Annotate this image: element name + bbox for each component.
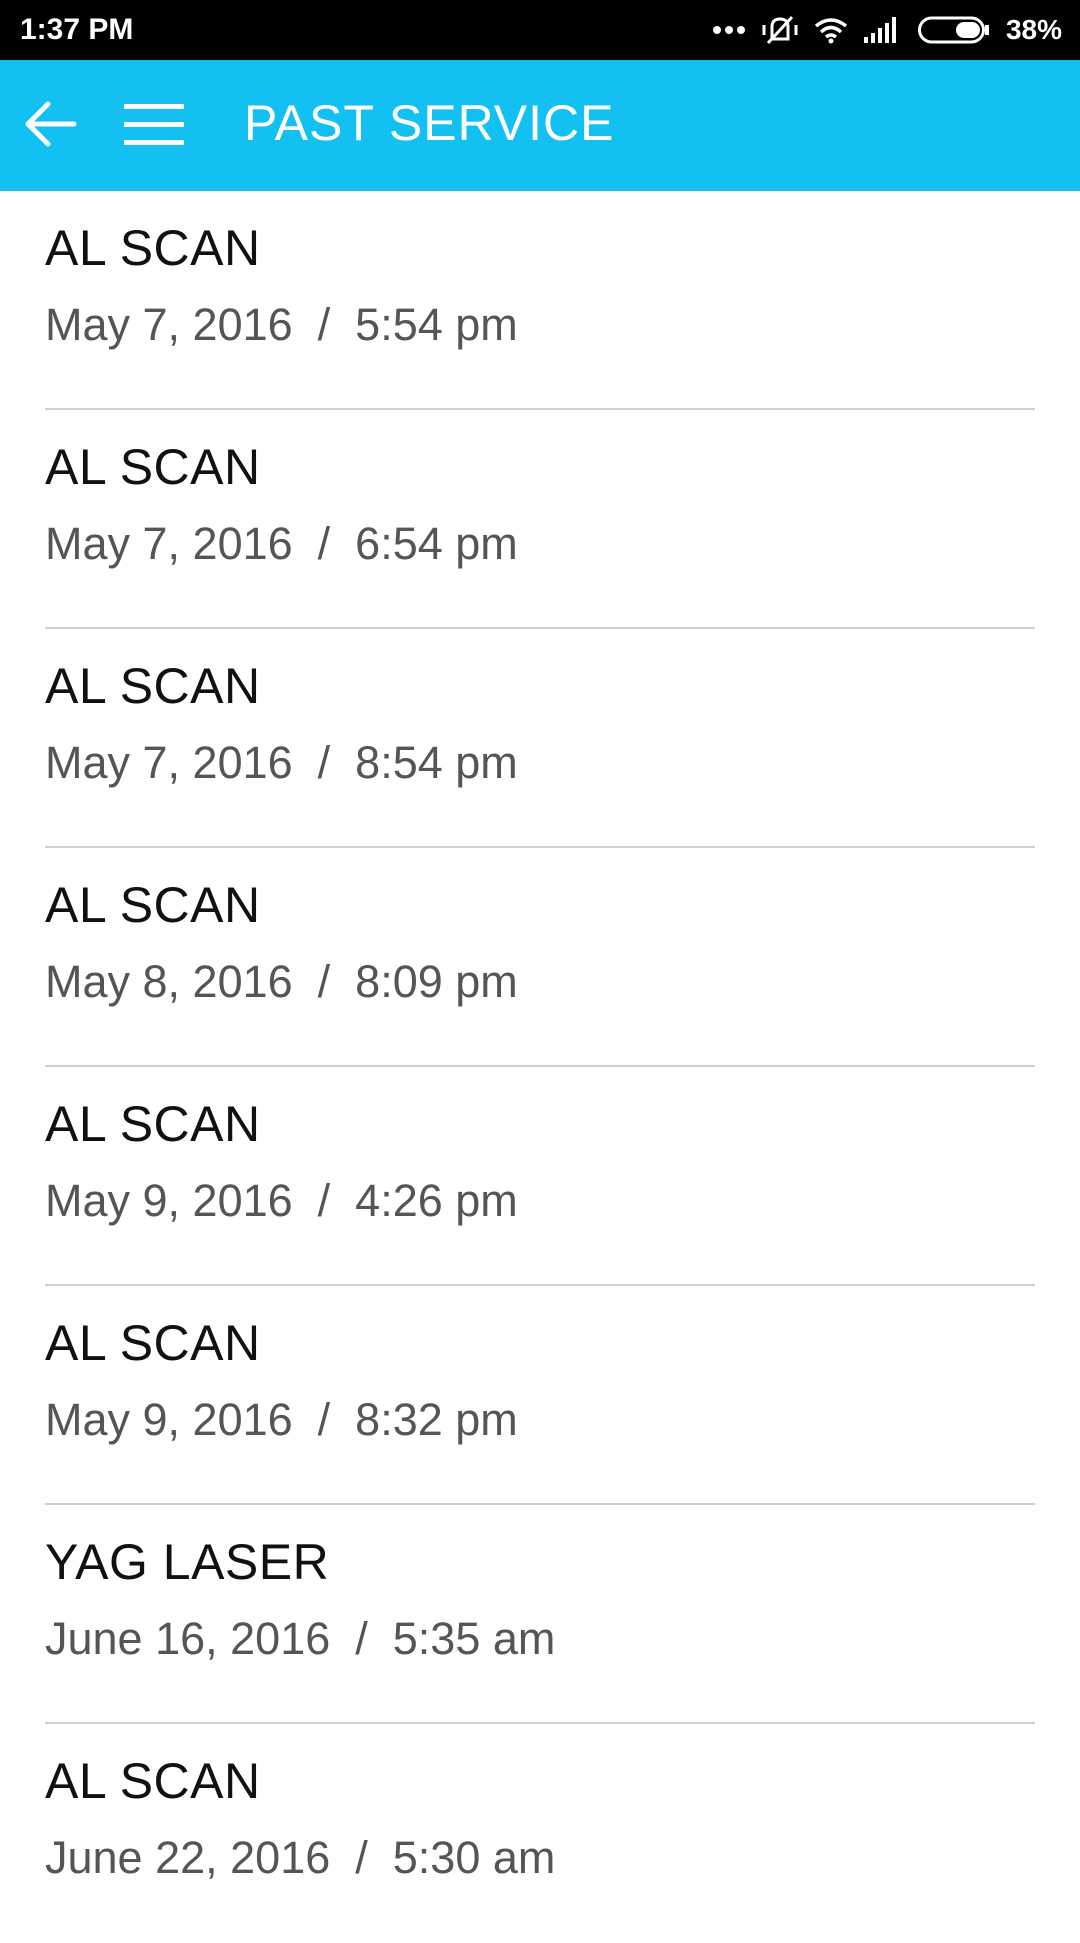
service-time: 5:30 am: [392, 1832, 556, 1883]
service-name: AL SCAN: [45, 439, 261, 495]
service-time: 4:26 pm: [355, 1175, 518, 1226]
past-service-list: AL SCAN May 7, 2016 / 5:54 pm AL SCAN Ma…: [0, 191, 1080, 1943]
status-icons: 38%: [712, 13, 1062, 47]
service-date: May 7, 2016: [45, 737, 293, 788]
battery-percentage: 38%: [1005, 14, 1062, 45]
service-date: May 9, 2016: [45, 1394, 293, 1445]
more-dots-icon: [712, 25, 746, 35]
list-item[interactable]: AL SCAN May 8, 2016 / 8:09 pm: [45, 848, 1035, 1067]
service-datetime: May 8, 2016 / 8:09 pm: [45, 956, 518, 1007]
service-name: YAG LASER: [45, 1534, 330, 1590]
service-name: AL SCAN: [45, 220, 261, 276]
hamburger-menu-icon[interactable]: [122, 100, 186, 150]
service-date: June 16, 2016: [45, 1613, 331, 1664]
list-item[interactable]: AL SCAN May 9, 2016 / 4:26 pm: [45, 1067, 1035, 1286]
wifi-icon: [814, 16, 848, 44]
service-date: June 22, 2016: [45, 1832, 331, 1883]
service-time: 8:09 pm: [355, 956, 518, 1007]
service-datetime: May 7, 2016 / 8:54 pm: [45, 737, 518, 788]
list-item[interactable]: AL SCAN June 22, 2016 / 5:30 am: [45, 1724, 1035, 1943]
service-name: AL SCAN: [45, 877, 261, 933]
service-time: 8:54 pm: [355, 737, 518, 788]
list-item[interactable]: AL SCAN May 7, 2016 / 6:54 pm: [45, 410, 1035, 629]
service-time: 5:35 am: [392, 1613, 556, 1664]
service-datetime: May 7, 2016 / 6:54 pm: [45, 518, 518, 569]
list-item[interactable]: AL SCAN May 9, 2016 / 8:32 pm: [45, 1286, 1035, 1505]
service-name: AL SCAN: [45, 658, 261, 714]
page-title: PAST SERVICE: [244, 95, 615, 151]
battery-icon: [917, 16, 990, 44]
service-datetime: May 7, 2016 / 5:54 pm: [45, 299, 518, 350]
list-item[interactable]: YAG LASER June 16, 2016 / 5:35 am: [45, 1505, 1035, 1724]
service-date: May 8, 2016: [45, 956, 293, 1007]
status-time: 1:37 PM: [20, 13, 134, 46]
list-item[interactable]: AL SCAN May 7, 2016 / 8:54 pm: [45, 629, 1035, 848]
service-name: AL SCAN: [45, 1753, 261, 1809]
arrow-left-icon[interactable]: [22, 96, 78, 152]
service-name: AL SCAN: [45, 1315, 261, 1371]
service-time: 5:54 pm: [355, 299, 518, 350]
service-datetime: June 22, 2016 / 5:30 am: [45, 1832, 556, 1883]
list-item[interactable]: AL SCAN May 7, 2016 / 5:54 pm: [45, 191, 1035, 410]
service-date: May 7, 2016: [45, 299, 293, 350]
signal-icon: [863, 17, 902, 43]
silent-vibrate-icon: [762, 13, 798, 47]
service-datetime: May 9, 2016 / 4:26 pm: [45, 1175, 518, 1226]
service-date: May 7, 2016: [45, 518, 293, 569]
status-bar: 1:37 PM 38%: [0, 0, 1080, 60]
service-datetime: June 16, 2016 / 5:35 am: [45, 1613, 556, 1664]
service-time: 6:54 pm: [355, 518, 518, 569]
service-time: 8:32 pm: [355, 1394, 518, 1445]
service-datetime: May 9, 2016 / 8:32 pm: [45, 1394, 518, 1445]
service-date: May 9, 2016: [45, 1175, 293, 1226]
service-name: AL SCAN: [45, 1096, 261, 1152]
app-bar: PAST SERVICE: [0, 60, 1080, 191]
